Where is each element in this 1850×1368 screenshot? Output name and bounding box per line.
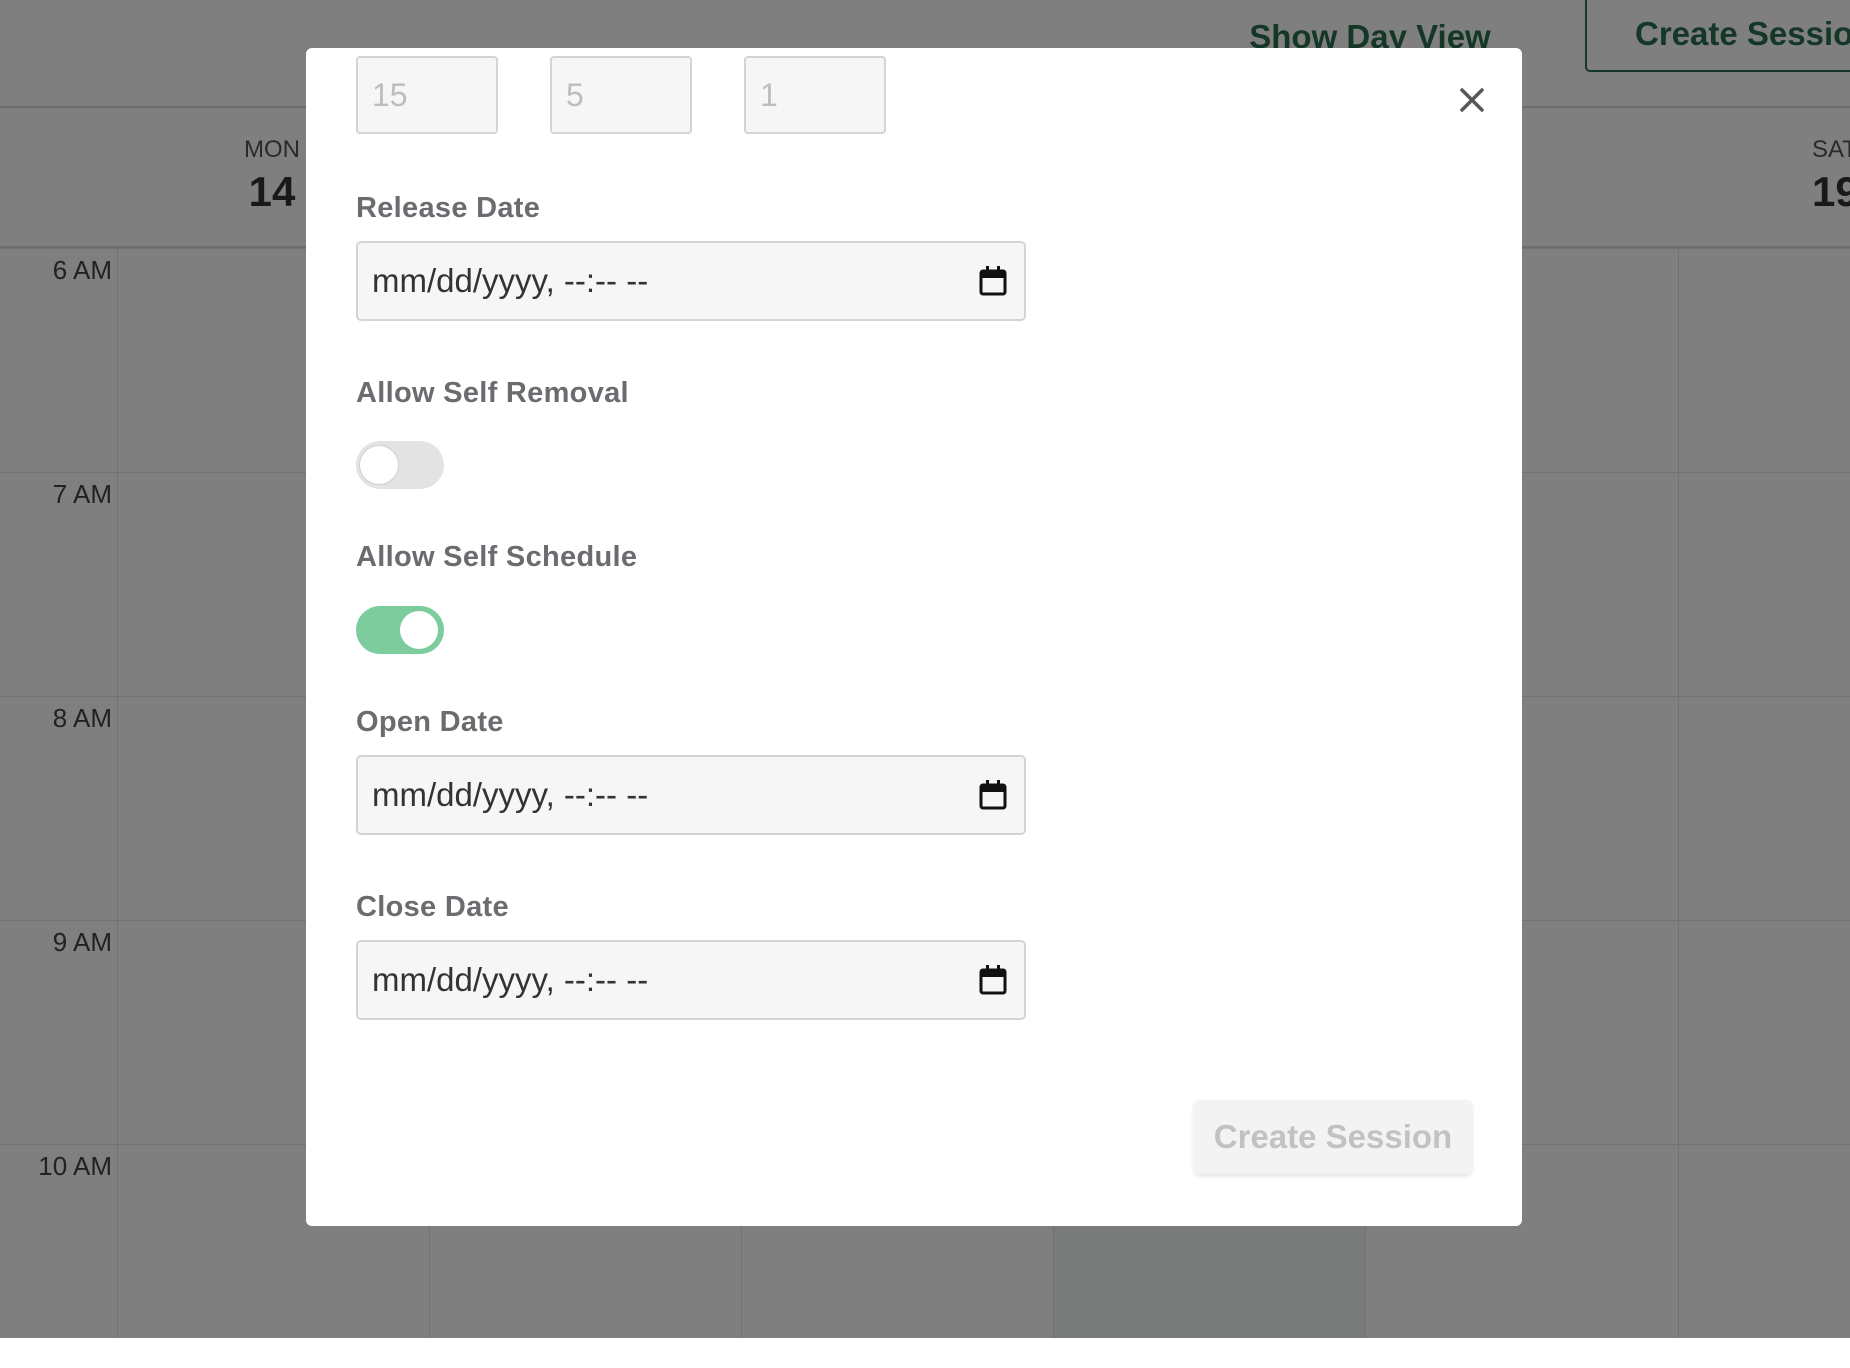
number-field[interactable]: 15	[356, 56, 498, 134]
close-date-label: Close Date	[356, 891, 509, 923]
calendar-icon[interactable]	[978, 779, 1008, 811]
release-date-placeholder: mm/dd/yyyy, --:-- --	[372, 262, 649, 299]
open-date-placeholder: mm/dd/yyyy, --:-- --	[372, 776, 649, 813]
allow-self-schedule-label: Allow Self Schedule	[356, 541, 638, 573]
toggle-knob	[360, 446, 398, 484]
allow-self-removal-label: Allow Self Removal	[356, 377, 629, 409]
close-date-placeholder: mm/dd/yyyy, --:-- --	[372, 961, 649, 998]
open-date-input[interactable]: mm/dd/yyyy, --:-- --	[356, 755, 1026, 835]
create-session-button[interactable]: Create Session	[1194, 1100, 1472, 1174]
release-date-input[interactable]: mm/dd/yyyy, --:-- --	[356, 241, 1026, 321]
allow-self-schedule-toggle[interactable]	[356, 606, 444, 654]
close-button[interactable]	[1450, 78, 1494, 122]
calendar-icon[interactable]	[978, 964, 1008, 996]
calendar-icon[interactable]	[978, 265, 1008, 297]
number-field[interactable]: 5	[550, 56, 692, 134]
close-icon	[1460, 88, 1484, 112]
open-date-label: Open Date	[356, 706, 504, 738]
release-date-label: Release Date	[356, 192, 541, 224]
toggle-knob	[400, 611, 438, 649]
create-session-modal: 15 5 1 Release Date mm/dd/yyyy, --:-- --…	[306, 48, 1522, 1226]
number-field[interactable]: 1	[744, 56, 886, 134]
close-date-input[interactable]: mm/dd/yyyy, --:-- --	[356, 940, 1026, 1020]
allow-self-removal-toggle[interactable]	[356, 441, 444, 489]
